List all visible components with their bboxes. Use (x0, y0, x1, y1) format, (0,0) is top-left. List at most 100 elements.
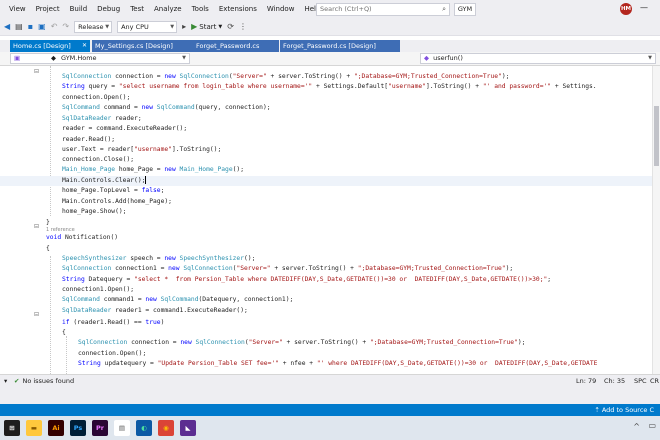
menu-item-build[interactable]: Build (65, 0, 93, 18)
vertical-scrollbar[interactable] (652, 66, 660, 374)
line-ending[interactable]: CR (650, 375, 659, 388)
edge-icon[interactable]: ◐ (136, 420, 152, 436)
collapse-toggle-icon[interactable]: ⊟ (34, 68, 39, 75)
search-input[interactable]: Search (Ctrl+Q) ⌕ (316, 3, 450, 16)
menu-item-tools[interactable]: Tools (187, 0, 214, 18)
play-icon: ▶ (191, 22, 198, 31)
chevron-up-icon[interactable]: ^ (633, 422, 640, 431)
notepad-icon[interactable]: ▤ (114, 420, 130, 436)
code-line[interactable]: Main_Home_Page home_Page = new Main_Home… (0, 165, 660, 175)
save-all-icon[interactable]: ▣ (38, 18, 46, 36)
code-line[interactable]: SpeechSynthesizer speech = new SpeechSyn… (0, 254, 660, 264)
code-token: new (164, 255, 176, 262)
code-token: ; (547, 276, 552, 283)
code-line[interactable]: SqlCommand command = new SqlCommand(quer… (0, 103, 660, 113)
code-line[interactable]: Main.Controls.Add(home_Page); (0, 197, 660, 207)
platform-value: Any CPU (121, 22, 149, 31)
code-line[interactable]: reader.Read(); (0, 135, 660, 145)
code-line[interactable]: { (0, 328, 660, 338)
code-token: String (62, 83, 85, 90)
visual-studio-icon[interactable]: ◣ (180, 420, 196, 436)
visual-studio-window: View Project Build Debug Test Analyze To… (0, 0, 660, 440)
code-line[interactable]: connection.Open(); (0, 93, 660, 103)
illustrator-icon[interactable]: Ai (48, 420, 64, 436)
tab-label: My_Settings.cs [Design] (95, 42, 173, 50)
network-icon[interactable]: ▭ (648, 421, 656, 430)
tab-forget-password-design[interactable]: Forget_Password.cs [Design] (280, 40, 400, 52)
menu-item-test[interactable]: Test (125, 0, 149, 18)
code-line[interactable]: } (0, 218, 660, 228)
collapse-toggle-icon[interactable]: ⊟ (34, 223, 39, 230)
code-editor[interactable]: SqlConnection connection = new SqlConnec… (0, 66, 660, 374)
code-line[interactable]: SqlConnection connection = new SqlConnec… (0, 338, 660, 348)
tab-label: Forget_Password.cs [Design] (283, 42, 376, 50)
zoom-level[interactable]: ▾ (4, 375, 7, 388)
configuration-dropdown[interactable]: Release ▼ (74, 20, 113, 33)
attach-icon[interactable]: ▸ (182, 18, 186, 36)
code-line[interactable]: if (reader1.Read() == true) (0, 318, 660, 328)
tab-home-design[interactable]: Home.cs [Design] ✕ (10, 40, 90, 52)
code-line[interactable]: String updatequery = "Update Persion_Tab… (0, 359, 660, 369)
whitespace-mode[interactable]: SPC (634, 375, 647, 388)
column-number[interactable]: Ch: 35 (604, 375, 625, 388)
windows-start-icon[interactable]: ⊞ (4, 420, 20, 436)
hot-reload-icon[interactable]: ⟳ (227, 18, 234, 36)
code-line[interactable]: home_Page.Show(); (0, 207, 660, 217)
close-icon[interactable]: ✕ (82, 40, 87, 52)
project-scope-dropdown[interactable]: ▣ ◆ GYM.Home ▼ (10, 53, 190, 64)
back-icon[interactable]: ◀ (4, 18, 10, 36)
menu-item-debug[interactable]: Debug (92, 0, 125, 18)
code-line[interactable]: SqlDataReader reader1 = command1.Execute… (0, 306, 660, 316)
menu-item-extensions[interactable]: Extensions (214, 0, 262, 18)
avatar[interactable]: HM (620, 3, 632, 15)
arrow-up-icon: ⇡ (594, 406, 602, 414)
menu-item-analyze[interactable]: Analyze (149, 0, 187, 18)
line-number[interactable]: Ln: 79 (576, 375, 596, 388)
tab-forget-password-code[interactable]: Forget_Password.cs (193, 40, 279, 52)
code-token: "username" (134, 146, 172, 153)
code-line[interactable]: reader = command.ExecuteReader(); (0, 124, 660, 134)
code-line[interactable]: Main.Controls.Clear(); (0, 176, 660, 186)
save-icon[interactable]: ▪ (28, 18, 33, 36)
start-button[interactable]: ▶ Start ▼ (191, 22, 222, 31)
code-line[interactable]: connection.Open(); (0, 349, 660, 359)
toolbar-options-icon[interactable]: ⋮ (239, 18, 247, 36)
add-to-source-control[interactable]: ⇡ Add to Source C (594, 404, 654, 416)
new-project-icon[interactable]: ▤ (15, 18, 23, 36)
code-token: ); (501, 73, 510, 80)
code-token: connection1.Open(); (62, 286, 135, 293)
member-dropdown[interactable]: ◆ userfun() ▼ (420, 53, 656, 64)
code-token: (Datequery, connection1); (198, 296, 294, 303)
code-line[interactable]: SqlCommand command1 = new SqlCommand(Dat… (0, 295, 660, 305)
code-line[interactable]: connection1.Open(); (0, 285, 660, 295)
code-line[interactable]: { (0, 244, 660, 254)
platform-dropdown[interactable]: Any CPU ▼ (117, 20, 178, 33)
menu-item-project[interactable]: Project (31, 0, 65, 18)
code-line[interactable]: String query = "select username from log… (0, 82, 660, 92)
redo-icon[interactable]: ↷ (62, 18, 69, 36)
tab-my-settings-design[interactable]: My_Settings.cs [Design] (92, 40, 196, 52)
code-line-text: user.Text = reader["username"].ToString(… (62, 145, 221, 155)
code-line[interactable]: SqlConnection connection1 = new SqlConne… (0, 264, 660, 274)
code-line[interactable]: String Datequery = "select * from Persio… (0, 275, 660, 285)
code-line[interactable]: SqlDataReader reader; (0, 114, 660, 124)
code-line[interactable]: void Notification() (0, 233, 660, 243)
premiere-icon[interactable]: Pr (92, 420, 108, 436)
chrome-icon[interactable]: ◉ (158, 420, 174, 436)
code-line-text: SqlDataReader reader; (62, 114, 142, 124)
collapse-toggle-icon[interactable]: ⊟ (34, 311, 39, 318)
menu-item-window[interactable]: Window (262, 0, 300, 18)
tab-label: Home.cs [Design] (13, 42, 71, 50)
undo-icon[interactable]: ↶ (51, 18, 58, 36)
code-line[interactable]: user.Text = reader["username"].ToString(… (0, 145, 660, 155)
reference-codelens[interactable]: 1 reference (46, 226, 75, 234)
scrollbar-thumb[interactable] (654, 106, 659, 166)
file-explorer-icon[interactable]: ▬ (26, 420, 42, 436)
menu-item-view[interactable]: View (4, 0, 31, 18)
issues-indicator[interactable]: ✔ No issues found (14, 375, 74, 388)
code-line[interactable]: SqlConnection connection = new SqlConnec… (0, 72, 660, 82)
code-line[interactable]: home_Page.TopLevel = false; (0, 186, 660, 196)
minimize-icon[interactable]: — (640, 3, 648, 12)
code-line[interactable]: connection.Close(); (0, 155, 660, 165)
photoshop-icon[interactable]: Ps (70, 420, 86, 436)
